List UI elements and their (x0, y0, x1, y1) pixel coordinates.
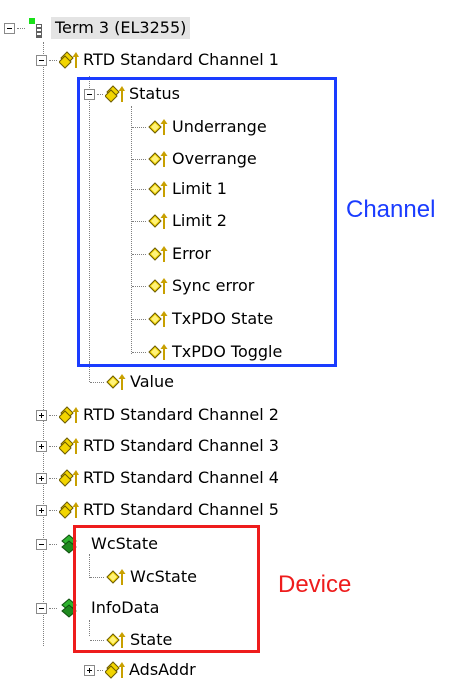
channel-highlight-box (77, 77, 337, 367)
expand-toggle[interactable] (36, 504, 47, 516)
tree-connector (90, 381, 104, 383)
variable-group-icon (59, 468, 79, 488)
tree-node-channel-2[interactable]: RTD Standard Channel 2 (36, 401, 279, 429)
expand-toggle[interactable] (84, 664, 95, 676)
variable-icon (106, 372, 126, 392)
tree-connector (49, 509, 57, 511)
tree-connector (49, 607, 57, 609)
variable-group-icon (105, 660, 125, 680)
tree-node-label: RTD Standard Channel 2 (83, 405, 279, 424)
tree-connector (97, 669, 103, 671)
terminal-icon (27, 18, 47, 38)
variable-group-icon (59, 500, 79, 520)
tree-node-adsaddr[interactable]: AdsAddr (84, 656, 196, 684)
tree-node-label: RTD Standard Channel 3 (83, 436, 279, 455)
tree-node-channel-3[interactable]: RTD Standard Channel 3 (36, 432, 279, 460)
collapse-toggle[interactable] (36, 602, 47, 614)
tree-connector (49, 59, 57, 61)
tree-node-label: RTD Standard Channel 1 (83, 50, 279, 69)
tree-connector (49, 414, 57, 416)
expand-toggle[interactable] (36, 409, 47, 421)
expand-toggle[interactable] (36, 472, 47, 484)
tree-node-channel-5[interactable]: RTD Standard Channel 5 (36, 496, 279, 524)
device-highlight-box (73, 525, 260, 653)
tree-connector (49, 477, 57, 479)
tree-node-value[interactable]: Value (90, 368, 174, 396)
expand-toggle[interactable] (36, 440, 47, 452)
tree-node-label: RTD Standard Channel 4 (83, 468, 279, 487)
tree-node-root[interactable]: Term 3 (EL3255) (4, 14, 191, 42)
device-callout: Device (278, 571, 352, 598)
tree-connector (49, 445, 57, 447)
tree-node-label: Term 3 (EL3255) (51, 17, 191, 39)
variable-group-icon (59, 50, 79, 70)
variable-group-icon (59, 405, 79, 425)
tree-connector (17, 27, 25, 29)
tree-node-label: Value (130, 372, 174, 391)
tree-connector (49, 543, 57, 545)
variable-group-icon (59, 436, 79, 456)
collapse-toggle[interactable] (36, 54, 47, 66)
tree-node-channel-4[interactable]: RTD Standard Channel 4 (36, 464, 279, 492)
channel-callout: Channel (346, 196, 436, 223)
tree-node-label: AdsAddr (129, 660, 196, 679)
collapse-toggle[interactable] (36, 538, 47, 550)
collapse-toggle[interactable] (4, 22, 15, 34)
tree-node-channel-1[interactable]: RTD Standard Channel 1 (36, 46, 279, 74)
tree-node-label: RTD Standard Channel 5 (83, 500, 279, 519)
